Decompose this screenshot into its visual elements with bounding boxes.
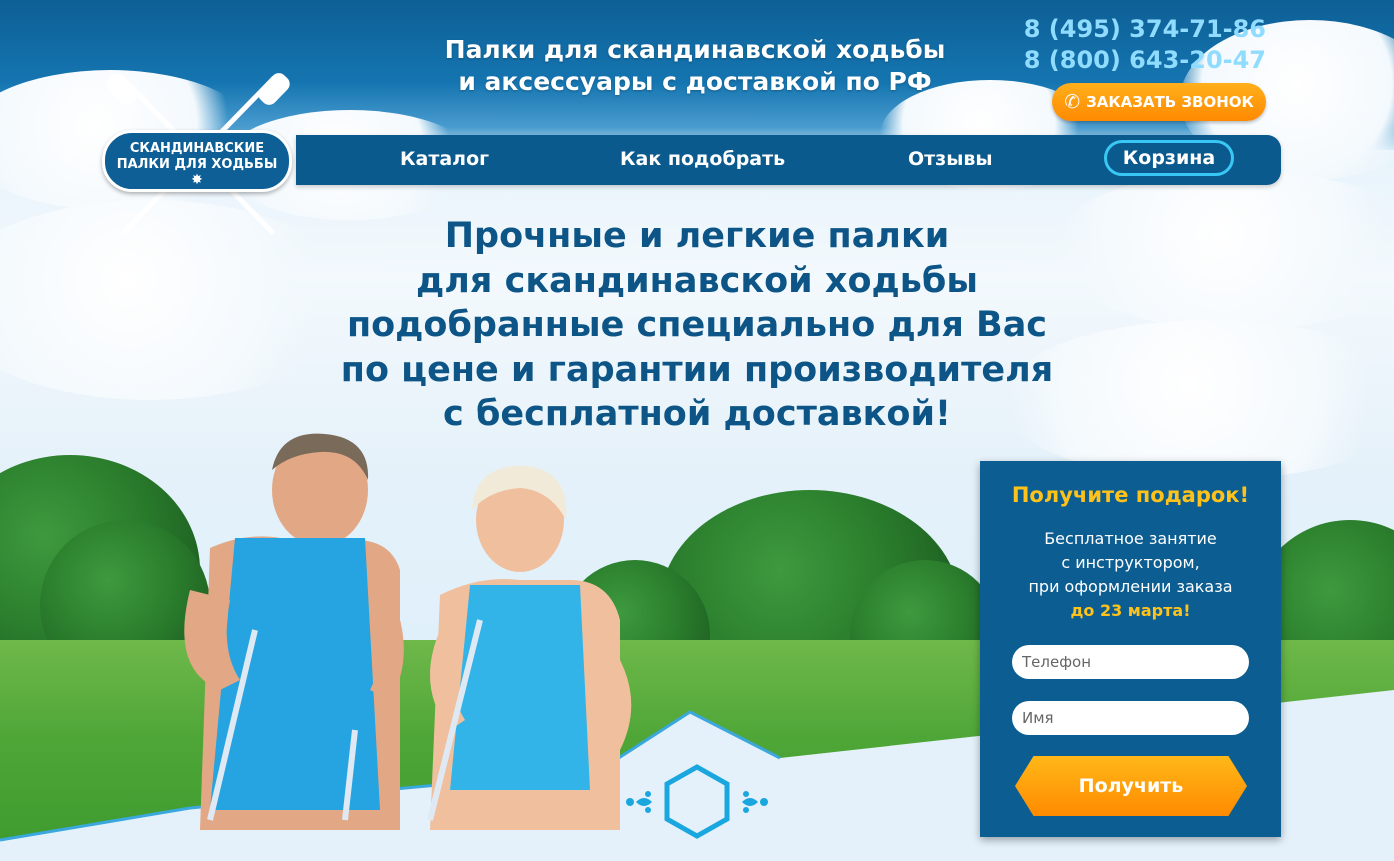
nav-item-reviews[interactable]: Отзывы [908, 135, 993, 185]
contact-phones: 8 (495) 374-71-86 8 (800) 643-20-47 [1024, 14, 1266, 76]
name-field[interactable] [1012, 701, 1249, 735]
headline-line: с бесплатной доставкой! [443, 394, 951, 434]
gift-deadline: до 23 марта! [1070, 601, 1191, 620]
logo[interactable]: СКАНДИНАВСКИЕ ПАЛКИ ДЛЯ ХОДЬБЫ ✸ [100, 72, 296, 240]
logo-text: СКАНДИНАВСКИЕ [129, 141, 265, 156]
logo-text: ПАЛКИ ДЛЯ ХОДЬБЫ [116, 157, 278, 172]
gift-text-line: с инструктором, [1061, 553, 1200, 572]
get-gift-button[interactable]: Получить [1015, 756, 1247, 816]
headline-line: по цене и гарантии производителя [340, 349, 1054, 390]
couple-walking-illustration [184, 433, 632, 830]
hero-headline: Прочные и легкие палки для скандинавской… [297, 214, 1097, 437]
gift-title: Получите подарок! [1011, 483, 1250, 507]
phone-number[interactable]: 8 (495) 374-71-86 [1024, 14, 1266, 45]
headline-line: подобранные специально для Вас [346, 305, 1048, 345]
phone-number[interactable]: 8 (800) 643-20-47 [1024, 45, 1266, 76]
callback-button[interactable]: ✆ ЗАКАЗАТЬ ЗВОНОК [1052, 83, 1266, 121]
cart-button[interactable]: Корзина [1104, 140, 1234, 176]
phone-handset-icon: ✆ [1064, 90, 1081, 113]
nav-item-how-to-choose[interactable]: Как подобрать [620, 135, 785, 185]
tagline-line: Палки для скандинавской ходьбы [444, 35, 946, 64]
gift-description: Бесплатное занятие с инструктором, при о… [980, 527, 1281, 623]
tagline-line: и аксессуары с доставкой по РФ [458, 67, 932, 96]
star-icon: ✸ [191, 172, 203, 188]
gift-form: Получите подарок! Бесплатное занятие с и… [980, 461, 1281, 837]
hexagon-ornament-icon [626, 764, 768, 839]
gift-text-line: Бесплатное занятие [1044, 529, 1217, 548]
headline-line: для скандинавской ходьбы [416, 260, 978, 301]
nav-item-catalog[interactable]: Каталог [400, 135, 489, 185]
gift-text-line: при оформлении заказа [1028, 577, 1233, 596]
main-nav: Каталог Как подобрать Отзывы Корзина [296, 135, 1281, 185]
callback-label: ЗАКАЗАТЬ ЗВОНОК [1086, 93, 1254, 111]
landing-page: Палки для скандинавской ходьбы и аксессу… [0, 0, 1394, 861]
phone-field[interactable] [1012, 645, 1249, 679]
header-tagline: Палки для скандинавской ходьбы и аксессу… [420, 34, 970, 98]
headline-line: Прочные и легкие палки [444, 216, 950, 256]
